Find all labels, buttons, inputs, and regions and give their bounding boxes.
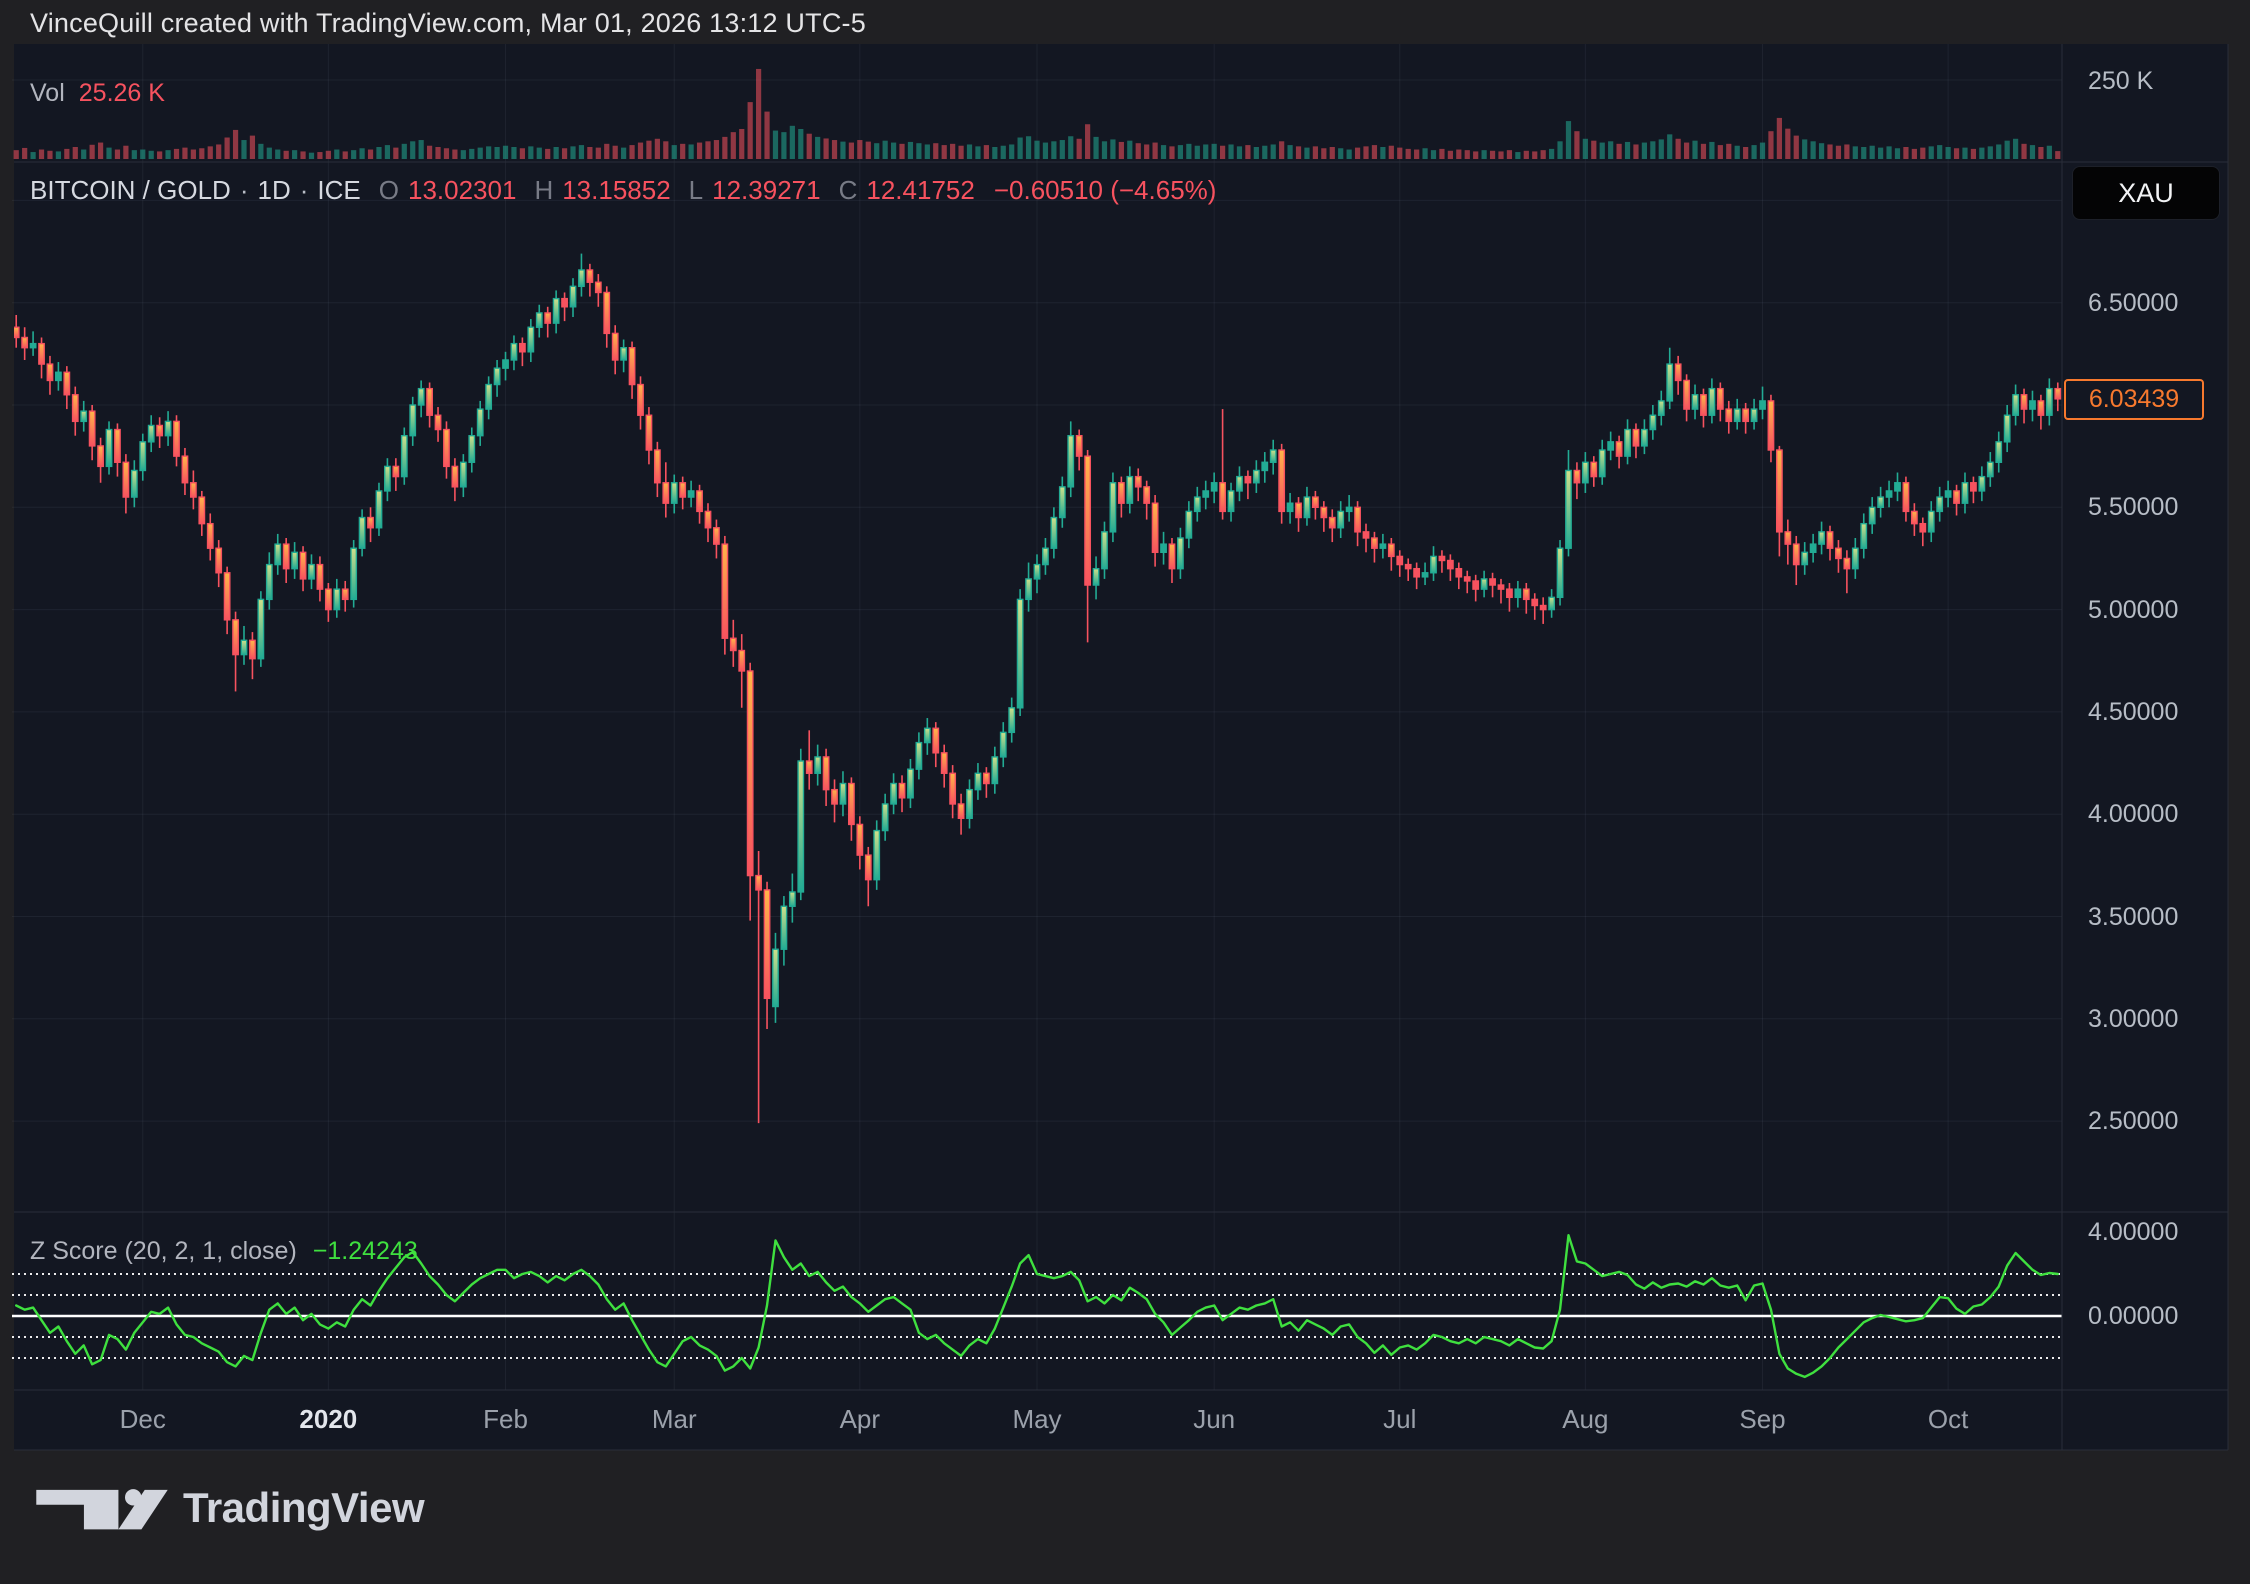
price-axis-tick: 2.50000 (2088, 1107, 2178, 1136)
symbol-legend: BITCOIN / GOLD · 1D · ICE O 13.02301 H 1… (30, 175, 1216, 206)
time-axis-label: Sep (1739, 1404, 1785, 1435)
currency-unit-button[interactable]: XAU (2072, 166, 2220, 220)
time-axis-label: Jun (1193, 1404, 1235, 1435)
volume-legend-label: Vol (30, 79, 65, 108)
close-value: 12.41752 (866, 175, 974, 206)
volume-axis-tick: 250 K (2088, 67, 2153, 96)
price-axis-tick: 5.00000 (2088, 596, 2178, 625)
change-value: −0.60510 (−4.65%) (994, 175, 1217, 206)
price-axis-tick: 5.50000 (2088, 493, 2178, 522)
legend-separator-dot: · (240, 175, 249, 206)
price-axis-tick: 3.50000 (2088, 903, 2178, 932)
time-axis-label: Apr (840, 1404, 880, 1435)
price-axis-tick: 4.00000 (2088, 800, 2178, 829)
zscore-axis-tick: 4.00000 (2088, 1218, 2178, 1247)
low-value: 12.39271 (712, 175, 820, 206)
chart-canvas[interactable] (0, 0, 2250, 1584)
tradingview-logo-text: TradingView (183, 1484, 424, 1532)
time-axis-label: Oct (1928, 1404, 1968, 1435)
time-axis-label: Feb (483, 1404, 528, 1435)
attribution-header: VinceQuill created with TradingView.com,… (30, 8, 866, 39)
high-label: H (534, 175, 553, 206)
zscore-axis-tick: 0.00000 (2088, 1302, 2178, 1331)
tradingview-logo-icon (36, 1485, 168, 1531)
time-axis-label: 2020 (299, 1404, 357, 1435)
interval-label[interactable]: 1D (257, 175, 290, 206)
volume-legend: Vol 25.26 K (30, 79, 165, 108)
zscore-legend: Z Score (20, 2, 1, close) −1.24243 (30, 1237, 418, 1266)
high-value: 13.15852 (562, 175, 670, 206)
time-axis-label: Aug (1562, 1404, 1608, 1435)
tradingview-logo[interactable]: TradingView (36, 1484, 424, 1532)
exchange-label: ICE (317, 175, 360, 206)
price-axis-tick: 6.50000 (2088, 289, 2178, 318)
zscore-legend-label[interactable]: Z Score (20, 2, 1, close) (30, 1237, 297, 1266)
tradingview-screenshot: VinceQuill created with TradingView.com,… (0, 0, 2250, 1584)
zscore-legend-value: −1.24243 (313, 1237, 418, 1266)
time-axis-label: Mar (652, 1404, 697, 1435)
open-value: 13.02301 (408, 175, 516, 206)
open-label: O (379, 175, 399, 206)
price-axis-tick: 3.00000 (2088, 1005, 2178, 1034)
low-label: L (689, 175, 703, 206)
volume-legend-value: 25.26 K (79, 79, 165, 108)
time-axis-label: May (1012, 1404, 1061, 1435)
time-axis-label: Jul (1383, 1404, 1416, 1435)
symbol-name[interactable]: BITCOIN / GOLD (30, 175, 231, 206)
legend-separator-dot: · (300, 175, 309, 206)
close-label: C (839, 175, 858, 206)
price-axis-tick: 4.50000 (2088, 698, 2178, 727)
time-axis-label: Dec (120, 1404, 166, 1435)
last-price-label: 6.03439 (2064, 379, 2204, 420)
